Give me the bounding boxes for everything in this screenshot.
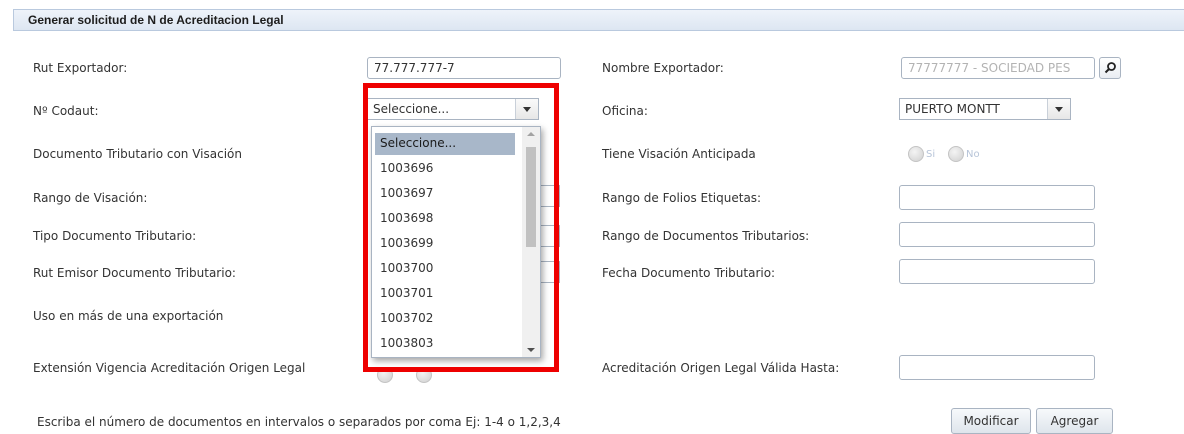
rango-documentos-input[interactable] xyxy=(899,222,1095,247)
label-fecha-documento: Fecha Documento Tributario: xyxy=(602,266,776,280)
oficina-select[interactable]: PUERTO MONTT xyxy=(899,98,1071,120)
visacion-no-label: No xyxy=(966,149,980,160)
label-rango-folios: Rango de Folios Etiquetas: xyxy=(602,191,762,205)
nombre-exportador-input xyxy=(901,57,1095,79)
label-rut-emisor: Rut Emisor Documento Tributario: xyxy=(33,266,236,280)
rut-exportador-input[interactable] xyxy=(367,57,561,79)
rango-folios-input[interactable] xyxy=(899,185,1095,210)
fecha-documento-input[interactable] xyxy=(899,259,1095,284)
modificar-button[interactable]: Modificar xyxy=(951,408,1031,434)
label-extension-vigencia: Extensión Vigencia Acreditación Origen L… xyxy=(33,361,306,375)
footer-hint: Escriba el número de documentos en inter… xyxy=(37,415,561,429)
label-rango-documentos: Rango de Documentos Tributarios: xyxy=(602,229,810,243)
search-icon xyxy=(1104,62,1116,74)
label-nombre-exportador: Nombre Exportador: xyxy=(602,61,724,75)
search-button[interactable] xyxy=(1099,57,1121,79)
label-tipo-documento: Tipo Documento Tributario: xyxy=(33,229,197,243)
panel-title: Generar solicitud de N de Acreditacion L… xyxy=(28,13,284,27)
panel-header: Generar solicitud de N de Acreditacion L… xyxy=(13,9,1184,31)
visacion-no-radio[interactable] xyxy=(948,146,964,162)
label-doc-tributario-visacion: Documento Tributario con Visación xyxy=(33,147,242,161)
label-acreditacion-valida: Acreditación Origen Legal Válida Hasta: xyxy=(602,361,840,375)
chevron-down-icon[interactable] xyxy=(1047,99,1070,119)
label-codaut: Nº Codaut: xyxy=(33,104,99,118)
label-visacion-anticipada: Tiene Visación Anticipada xyxy=(602,147,756,161)
agregar-button[interactable]: Agregar xyxy=(1036,408,1113,434)
acreditacion-valida-input[interactable] xyxy=(899,355,1095,380)
visacion-si-radio[interactable] xyxy=(908,146,924,162)
label-oficina: Oficina: xyxy=(602,104,648,118)
highlight-box xyxy=(363,83,559,372)
visacion-si-label: Si xyxy=(926,149,936,160)
oficina-selected-value: PUERTO MONTT xyxy=(905,102,1000,116)
label-rango-visacion: Rango de Visación: xyxy=(33,191,148,205)
label-uso-mas-exportacion: Uso en más de una exportación xyxy=(33,309,224,323)
label-rut-exportador: Rut Exportador: xyxy=(33,61,128,75)
